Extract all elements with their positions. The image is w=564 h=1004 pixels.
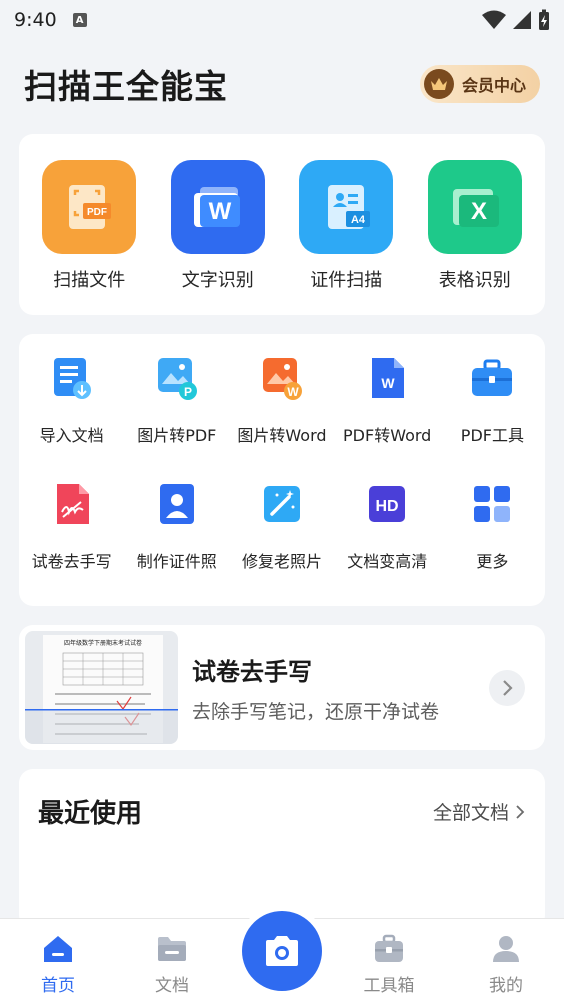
exam-paper-image: 四年级数学下册期末考试试卷 xyxy=(25,631,178,744)
all-documents-label: 全部文档 xyxy=(432,802,509,824)
repair-photo-icon xyxy=(260,482,304,526)
svg-text:HD: HD xyxy=(376,498,399,515)
camera-icon xyxy=(266,936,298,966)
tool-repair-photo[interactable]: 修复老照片 xyxy=(229,482,334,572)
chevron-right-icon[interactable] xyxy=(489,669,525,706)
app-title: 扫描王全能宝 xyxy=(24,67,228,106)
tool-import-doc[interactable]: 导入文档 xyxy=(19,356,124,446)
more-tools-card: 导入文档 P 图片转PDF W 图片转Word W PDF转Word PDF工具 xyxy=(19,334,545,606)
status-time: 9:40 xyxy=(14,9,57,31)
svg-text:X: X xyxy=(471,198,487,225)
tab-label: 首页 xyxy=(41,976,75,996)
pdf-to-word-icon: W xyxy=(365,356,409,400)
vip-center-label: 会员中心 xyxy=(461,76,526,95)
tool-text-ocr[interactable]: W 文字识别 xyxy=(158,160,278,292)
svg-text:PDF: PDF xyxy=(87,207,107,218)
signal-icon xyxy=(513,11,531,29)
tool-table-ocr[interactable]: X 表格识别 xyxy=(415,160,535,292)
banner-title: 试卷去手写 xyxy=(192,657,312,686)
tool-erase-handwriting[interactable]: 试卷去手写 xyxy=(19,482,124,572)
tool-label: 更多 xyxy=(476,552,509,571)
tool-label: 图片转PDF xyxy=(137,426,217,445)
tool-label: 证件扫描 xyxy=(310,270,383,291)
camera-scan-button[interactable] xyxy=(242,911,322,991)
tool-label: 文档变高清 xyxy=(347,552,428,571)
tool-label: 扫描文件 xyxy=(53,270,126,291)
id-photo-icon xyxy=(155,482,199,526)
pdf-scan-icon: PDF xyxy=(42,160,137,254)
tool-image-to-pdf[interactable]: P 图片转PDF xyxy=(124,356,229,446)
tool-label: 制作证件照 xyxy=(136,552,217,571)
svg-text:P: P xyxy=(184,385,192,399)
hd-icon: HD xyxy=(365,482,409,526)
svg-text:W: W xyxy=(287,385,299,399)
folder-icon xyxy=(155,933,189,965)
tab-profile[interactable]: 我的 xyxy=(466,933,546,996)
header: 扫描王全能宝 会员中心 xyxy=(24,62,540,106)
all-documents-link[interactable]: 全部文档 xyxy=(433,798,525,825)
toolbox-icon xyxy=(372,933,406,965)
svg-text:W: W xyxy=(208,198,231,225)
tool-scan-file[interactable]: PDF 扫描文件 xyxy=(29,160,149,292)
tab-label: 我的 xyxy=(489,976,523,996)
image-to-pdf-icon: P xyxy=(155,356,199,400)
tool-hd-document[interactable]: HD 文档变高清 xyxy=(335,482,440,572)
tool-label: PDF工具 xyxy=(460,426,524,445)
tool-label: 修复老照片 xyxy=(241,552,322,571)
toolbox-icon xyxy=(470,356,514,400)
tool-label: 试卷去手写 xyxy=(31,552,112,571)
battery-icon xyxy=(539,9,549,30)
recent-card: 最近使用 全部文档 xyxy=(19,769,545,929)
tab-label: 文档 xyxy=(155,976,189,996)
erase-handwriting-icon xyxy=(50,482,94,526)
user-icon xyxy=(489,933,523,965)
tab-home[interactable]: 首页 xyxy=(18,933,98,996)
more-grid-icon xyxy=(470,482,514,526)
tool-pdf-to-word[interactable]: W PDF转Word xyxy=(335,356,440,446)
tab-label: 工具箱 xyxy=(363,976,415,996)
feature-banner[interactable]: 四年级数学下册期末考试试卷 试卷去手写 去除手写笔记，还原干净试卷 xyxy=(19,625,545,750)
status-bar: 9:40 A xyxy=(0,0,564,40)
id-card-icon: A4 xyxy=(299,160,394,254)
chevron-right-icon xyxy=(516,804,525,819)
tab-toolbox[interactable]: 工具箱 xyxy=(349,933,429,996)
svg-text:W: W xyxy=(382,375,396,391)
crown-icon xyxy=(423,69,454,99)
recent-title: 最近使用 xyxy=(38,799,143,829)
notification-a-icon: A xyxy=(72,13,87,27)
tool-label: 表格识别 xyxy=(438,270,511,291)
exam-paper-caption: 四年级数学下册期末考试试卷 xyxy=(64,639,142,647)
tool-label: 文字识别 xyxy=(181,270,254,291)
tab-documents[interactable]: 文档 xyxy=(132,933,212,996)
vip-center-button[interactable]: 会员中心 xyxy=(419,65,540,103)
tool-label: 导入文档 xyxy=(39,426,104,445)
word-icon: W xyxy=(170,160,265,254)
svg-text:A4: A4 xyxy=(351,214,366,226)
excel-icon: X xyxy=(427,160,522,254)
banner-subtitle: 去除手写笔记，还原干净试卷 xyxy=(192,700,440,723)
image-to-word-icon: W xyxy=(260,356,304,400)
tool-label: 图片转Word xyxy=(237,426,327,445)
import-doc-icon xyxy=(50,356,94,400)
wifi-icon xyxy=(482,10,506,29)
tool-label: PDF转Word xyxy=(343,426,432,445)
tool-id-photo[interactable]: 制作证件照 xyxy=(124,482,229,572)
tool-more[interactable]: 更多 xyxy=(440,482,545,572)
tool-image-to-word[interactable]: W 图片转Word xyxy=(229,356,334,446)
status-icons xyxy=(482,9,550,31)
main-tools-card: PDF 扫描文件 W 文字识别 A4 证件扫描 X 表格识别 xyxy=(19,134,545,315)
tool-pdf-tools[interactable]: PDF工具 xyxy=(440,356,545,446)
tool-id-scan[interactable]: A4 证件扫描 xyxy=(286,160,406,292)
home-icon xyxy=(41,933,75,965)
